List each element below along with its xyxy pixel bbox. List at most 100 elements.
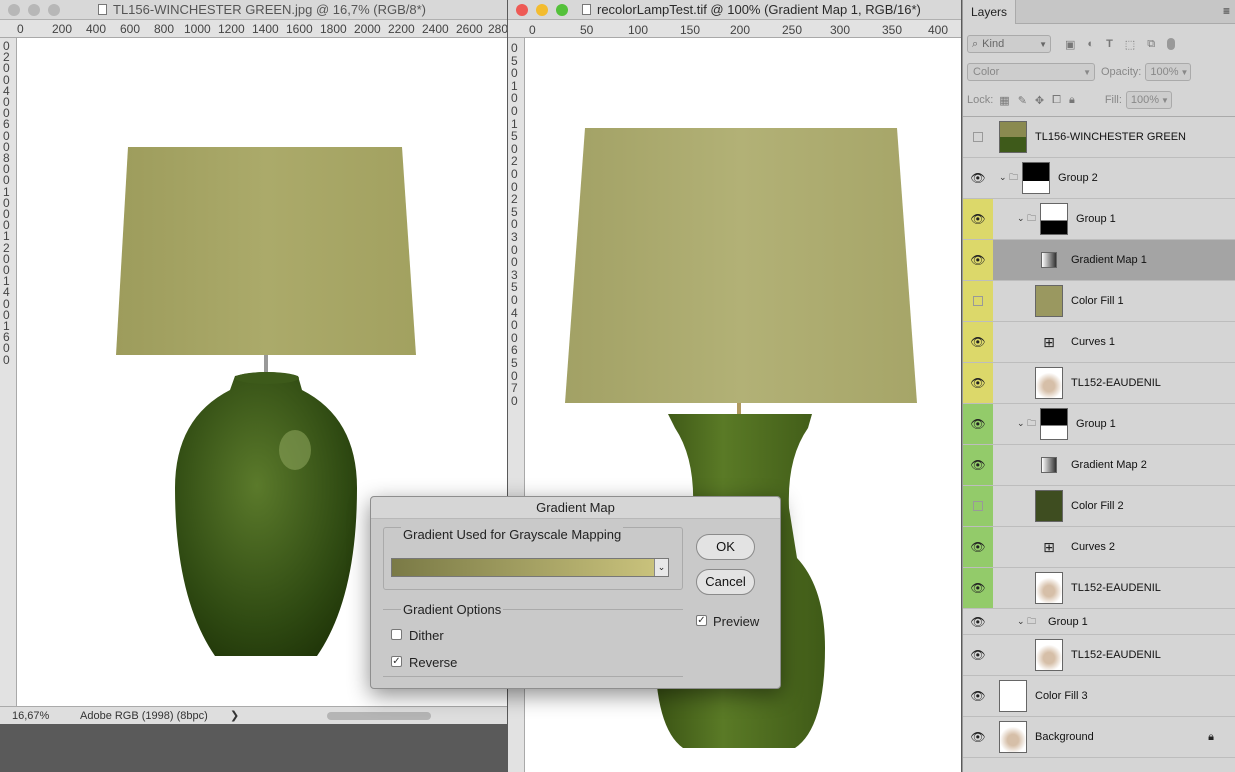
- visibility-toggle[interactable]: [963, 117, 993, 157]
- layer-name: Group 1: [1076, 213, 1116, 225]
- layer-thumbnail: ⊞: [1043, 539, 1055, 555]
- layer-name: Curves 2: [1071, 541, 1116, 553]
- gradient-picker[interactable]: ⌄: [391, 558, 669, 577]
- eye-icon[interactable]: 👁︎: [963, 676, 993, 716]
- folder-icon[interactable]: ⌄ 🗀︎: [1017, 614, 1036, 630]
- eye-icon[interactable]: 👁︎: [963, 199, 993, 239]
- ruler-tick: 2200: [388, 22, 415, 36]
- filter-kind-select[interactable]: ⌕ Kind ▼: [967, 35, 1051, 53]
- minimize-button[interactable]: [536, 3, 548, 16]
- layer-row[interactable]: 👁︎ Background 🔒︎: [963, 717, 1235, 758]
- blend-mode-select[interactable]: Color ▼: [967, 63, 1095, 81]
- shape-filter-icon[interactable]: ⬚: [1125, 38, 1135, 51]
- minimize-button[interactable]: [28, 3, 40, 16]
- lock-all-icon[interactable]: 🔒︎: [1069, 94, 1075, 107]
- layer-row[interactable]: 👁︎ Color Fill 3: [963, 676, 1235, 717]
- layer-row[interactable]: 👁︎ TL152-EAUDENIL: [963, 568, 1235, 609]
- lock-position-icon[interactable]: ✥: [1035, 94, 1044, 107]
- layer-row[interactable]: 👁︎ ⌄ 🗀︎ Group 1: [963, 404, 1235, 445]
- layer-name: TL152-EAUDENIL: [1071, 649, 1161, 661]
- ruler-tick: 5: [511, 356, 518, 370]
- eye-icon[interactable]: 👁︎: [963, 717, 993, 757]
- fill-field[interactable]: 100% ▼: [1125, 91, 1172, 109]
- close-button[interactable]: [516, 3, 528, 16]
- layer-thumbnail: [1035, 367, 1063, 399]
- eye-icon[interactable]: 👁︎: [963, 404, 993, 444]
- visibility-toggle[interactable]: [963, 486, 993, 526]
- chevron-down-icon: ▼: [1161, 95, 1169, 105]
- ruler-tick: 2: [511, 154, 518, 169]
- type-filter-icon[interactable]: T: [1106, 38, 1113, 50]
- cancel-button[interactable]: Cancel: [696, 569, 755, 595]
- layer-row[interactable]: 👁︎ TL152-EAUDENIL: [963, 363, 1235, 404]
- tab-layers[interactable]: Layers: [963, 0, 1017, 24]
- eye-icon[interactable]: 👁︎: [963, 527, 993, 567]
- layer-name: Gradient Map 2: [1071, 459, 1147, 471]
- eye-icon[interactable]: 👁︎: [963, 445, 993, 485]
- layer-row[interactable]: 👁︎ ⊞ Curves 1: [963, 322, 1235, 363]
- eye-icon[interactable]: 👁︎: [963, 568, 993, 608]
- eye-icon[interactable]: 👁︎: [963, 240, 993, 280]
- ruler-tick: 3: [511, 267, 518, 282]
- layer-row[interactable]: 👁︎ ⌄ 🗀︎ Group 2: [963, 158, 1235, 199]
- layer-row[interactable]: Color Fill 2: [963, 486, 1235, 527]
- color-profile: Adobe RGB (1998) (8bpc): [80, 709, 208, 722]
- eye-icon[interactable]: 👁︎: [963, 609, 993, 634]
- layer-row[interactable]: Color Fill 1: [963, 281, 1235, 322]
- layer-row[interactable]: 👁︎ TL152-EAUDENIL: [963, 635, 1235, 676]
- opacity-field[interactable]: 100% ▼: [1145, 63, 1192, 81]
- gradient-dropdown-button[interactable]: ⌄: [654, 559, 668, 576]
- eye-icon[interactable]: 👁︎: [963, 322, 993, 362]
- layer-row[interactable]: 👁︎ ⌄ 🗀︎ Group 1: [963, 609, 1235, 635]
- layer-row[interactable]: 👁︎ Gradient Map 1: [963, 240, 1235, 281]
- status-menu-arrow[interactable]: ❯: [230, 709, 239, 722]
- dither-checkbox[interactable]: [391, 629, 402, 640]
- doc1-titlebar[interactable]: TL156-WINCHESTER GREEN.jpg @ 16,7% (RGB/…: [0, 0, 507, 20]
- ruler-tick: 1: [511, 78, 518, 93]
- ruler-tick: 1: [511, 116, 518, 131]
- panel-menu-icon[interactable]: ≡: [1223, 4, 1230, 28]
- layer-thumbnail: [1035, 639, 1063, 671]
- layer-name: TL152-EAUDENIL: [1071, 582, 1161, 594]
- layers-tab-bar: Layers ≡: [963, 0, 1235, 24]
- lock-image-icon[interactable]: ✎: [1018, 94, 1027, 107]
- layer-thumbnail: [1040, 203, 1069, 235]
- lock-transparent-icon[interactable]: ▦: [999, 94, 1009, 107]
- layer-name: TL156-WINCHESTER GREEN: [1035, 131, 1186, 143]
- chevron-down-icon: ▼: [1083, 67, 1091, 77]
- doc2-titlebar[interactable]: recolorLampTest.tif @ 100% (Gradient Map…: [508, 0, 961, 20]
- layer-row[interactable]: 👁︎ ⊞ Curves 2: [963, 527, 1235, 568]
- adjustment-filter-icon[interactable]: ◐: [1087, 38, 1094, 50]
- preview-checkbox[interactable]: ✓: [696, 615, 707, 626]
- folder-icon[interactable]: ⌄ 🗀︎: [1017, 416, 1036, 432]
- eye-icon[interactable]: 👁︎: [963, 363, 993, 403]
- lock-artboard-icon[interactable]: ⧠: [1052, 94, 1061, 107]
- filter-toggle[interactable]: [1167, 38, 1176, 50]
- layer-row[interactable]: 👁︎ Gradient Map 2: [963, 445, 1235, 486]
- eye-icon[interactable]: 👁︎: [963, 635, 993, 675]
- horizontal-scrollbar[interactable]: [327, 711, 432, 720]
- zoom-button[interactable]: [48, 3, 60, 16]
- layer-row[interactable]: 👁︎ ⌄ 🗀︎ Group 1: [963, 199, 1235, 240]
- ruler-tick: 5: [511, 280, 518, 295]
- ruler-tick: 0: [511, 242, 518, 257]
- ruler-tick: 0: [511, 104, 518, 118]
- folder-icon[interactable]: ⌄ 🗀︎: [1017, 211, 1036, 227]
- close-button[interactable]: [8, 3, 20, 16]
- eye-icon[interactable]: 👁︎: [963, 158, 993, 198]
- visibility-toggle[interactable]: [963, 281, 993, 321]
- gradient-preview-swatch[interactable]: [392, 559, 654, 576]
- ruler-tick: 0: [511, 141, 518, 156]
- document-icon: [582, 4, 591, 15]
- layer-name: Background: [1035, 731, 1094, 743]
- folder-icon[interactable]: ⌄ 🗀︎: [999, 170, 1018, 186]
- ok-button[interactable]: OK: [696, 534, 755, 560]
- pixel-filter-icon[interactable]: ▣: [1065, 38, 1075, 51]
- zoom-button[interactable]: [556, 3, 568, 16]
- reverse-checkbox[interactable]: ✓: [391, 656, 402, 667]
- zoom-level[interactable]: 16,67%: [12, 710, 64, 722]
- ruler-tick: 150: [680, 23, 701, 37]
- smart-object-filter-icon[interactable]: ⧉: [1147, 38, 1155, 51]
- layer-row[interactable]: TL156-WINCHESTER GREEN: [963, 117, 1235, 158]
- ruler-tick: 2600: [456, 22, 483, 36]
